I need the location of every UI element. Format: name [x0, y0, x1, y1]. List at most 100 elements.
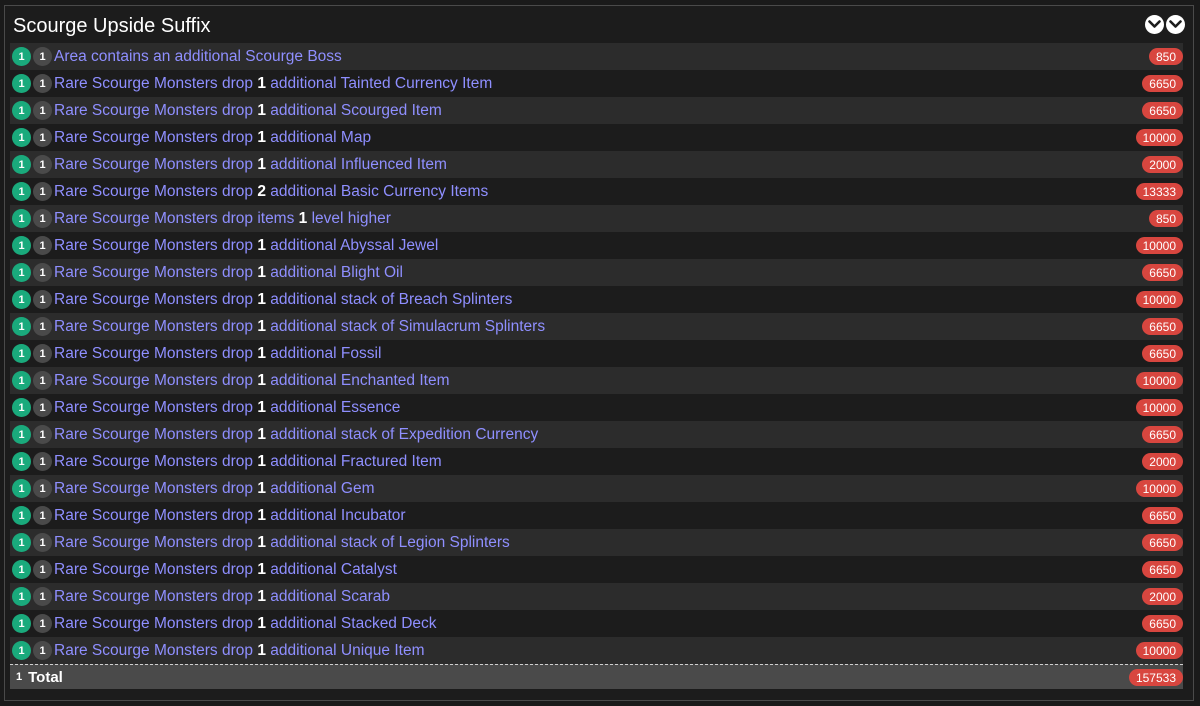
weight-badge: 10000: [1135, 129, 1183, 146]
weight-badge: 10000: [1135, 291, 1183, 308]
modifier-text-suffix: additional stack of Legion Splinters: [265, 533, 510, 551]
modifier-text[interactable]: Rare Scourge Monsters drop 1 additional …: [54, 426, 538, 444]
modifier-row[interactable]: 1 1 Rare Scourge Monsters drop 1 additiona…: [10, 448, 1183, 475]
modifier-row[interactable]: 1 1 Rare Scourge Monsters drop items 1 lev…: [10, 205, 1183, 232]
modifier-text[interactable]: Rare Scourge Monsters drop 1 additional …: [54, 561, 397, 579]
count-badge: 1: [33, 479, 52, 498]
modifier-text[interactable]: Rare Scourge Monsters drop 2 additional …: [54, 183, 488, 201]
panel-header[interactable]: Scourge Upside Suffix: [5, 6, 1193, 46]
modifier-text[interactable]: Rare Scourge Monsters drop 1 additional …: [54, 399, 400, 417]
modifier-text-suffix: additional Map: [265, 128, 372, 146]
modifier-row[interactable]: 1 1 Rare Scourge Monsters drop 1 additiona…: [10, 475, 1183, 502]
modifier-text-suffix: additional Tainted Currency Item: [265, 74, 493, 92]
modifier-row[interactable]: 1 1 Rare Scourge Monsters drop 1 additiona…: [10, 367, 1183, 394]
modifier-text[interactable]: Rare Scourge Monsters drop 1 additional …: [54, 453, 442, 471]
modifier-text[interactable]: Rare Scourge Monsters drop 1 additional …: [54, 75, 492, 93]
count-badge: 1: [33, 398, 52, 417]
weight-badge: 850: [1148, 48, 1183, 65]
modifier-row[interactable]: 1 1 Rare Scourge Monsters drop 1 additiona…: [10, 340, 1183, 367]
modifier-text-prefix: Rare Scourge Monsters drop: [54, 533, 258, 551]
modifier-text-prefix: Rare Scourge Monsters drop: [54, 506, 258, 524]
weight-badge: 6650: [1142, 102, 1183, 119]
tier-badge: 1: [12, 614, 31, 633]
tier-badge: 1: [12, 155, 31, 174]
count-badge: 1: [33, 560, 52, 579]
modifier-row[interactable]: 1 1 Rare Scourge Monsters drop 1 additiona…: [10, 286, 1183, 313]
weight-badge: 13333: [1135, 183, 1183, 200]
modifier-value: 1: [257, 317, 266, 335]
modifier-row[interactable]: 1 1 Rare Scourge Monsters drop 1 additiona…: [10, 70, 1183, 97]
modifier-text[interactable]: Rare Scourge Monsters drop 1 additional …: [54, 372, 450, 390]
modifier-text-prefix: Rare Scourge Monsters drop: [54, 479, 258, 497]
modifier-text[interactable]: Rare Scourge Monsters drop 1 additional …: [54, 318, 545, 336]
modifier-text-prefix: Rare Scourge Monsters drop: [54, 452, 258, 470]
weight-badge: 6650: [1142, 345, 1183, 362]
modifier-text[interactable]: Rare Scourge Monsters drop 1 additional …: [54, 156, 447, 174]
modifier-value: 1: [257, 101, 266, 119]
modifier-text[interactable]: Rare Scourge Monsters drop 1 additional …: [54, 237, 438, 255]
modifier-text[interactable]: Rare Scourge Monsters drop 1 additional …: [54, 480, 375, 498]
modifier-text-prefix: Area contains an additional Scourge Boss: [54, 47, 342, 65]
modifier-text[interactable]: Rare Scourge Monsters drop 1 additional …: [54, 588, 390, 606]
tier-badge: 1: [12, 479, 31, 498]
modifier-text[interactable]: Rare Scourge Monsters drop 1 additional …: [54, 291, 512, 309]
modifier-row[interactable]: 1 1 Rare Scourge Monsters drop 1 additiona…: [10, 124, 1183, 151]
count-badge: 1: [33, 128, 52, 147]
modifier-row[interactable]: 1 1 Rare Scourge Monsters drop 1 additiona…: [10, 556, 1183, 583]
tier-badge: 1: [12, 506, 31, 525]
modifier-row[interactable]: 1 1 Rare Scourge Monsters drop 1 additiona…: [10, 394, 1183, 421]
modifier-text[interactable]: Rare Scourge Monsters drop 1 additional …: [54, 507, 406, 525]
modifier-text[interactable]: Rare Scourge Monsters drop 1 additional …: [54, 129, 371, 147]
modifier-text-suffix: additional stack of Expedition Currency: [265, 425, 539, 443]
count-badge: 1: [33, 209, 52, 228]
modifier-row[interactable]: 1 1 Rare Scourge Monsters drop 1 additiona…: [10, 232, 1183, 259]
tier-badge: 1: [12, 74, 31, 93]
modifier-row[interactable]: 1 1 Rare Scourge Monsters drop 1 additiona…: [10, 97, 1183, 124]
modifier-row[interactable]: 1 1 Rare Scourge Monsters drop 1 additiona…: [10, 610, 1183, 637]
modifier-text-prefix: Rare Scourge Monsters drop: [54, 317, 258, 335]
modifier-text-suffix: additional Blight Oil: [265, 263, 403, 281]
modifier-text-suffix: additional Gem: [265, 479, 375, 497]
modifier-text[interactable]: Rare Scourge Monsters drop 1 additional …: [54, 345, 381, 363]
modifier-row[interactable]: 1 1 Rare Scourge Monsters drop 1 additiona…: [10, 583, 1183, 610]
modifier-text-prefix: Rare Scourge Monsters drop: [54, 641, 258, 659]
modifier-value: 1: [257, 479, 266, 497]
modifier-text-prefix: Rare Scourge Monsters drop: [54, 101, 258, 119]
modifier-text[interactable]: Rare Scourge Monsters drop 1 additional …: [54, 615, 437, 633]
modifier-row[interactable]: 1 1 Rare Scourge Monsters drop 2 additiona…: [10, 178, 1183, 205]
weight-badge: 2000: [1142, 453, 1183, 470]
tier-badge: 1: [12, 452, 31, 471]
modifier-text-prefix: Rare Scourge Monsters drop: [54, 587, 258, 605]
modifier-row[interactable]: 1 1 Rare Scourge Monsters drop 1 additiona…: [10, 529, 1183, 556]
modifier-text-prefix: Rare Scourge Monsters drop: [54, 290, 258, 308]
modifier-value: 1: [257, 398, 266, 416]
modifier-row[interactable]: 1 1 Rare Scourge Monsters drop 1 additiona…: [10, 637, 1183, 664]
modifier-text-suffix: additional Basic Currency Items: [265, 182, 489, 200]
modifier-value: 1: [257, 452, 266, 470]
count-badge: 1: [33, 533, 52, 552]
modifier-text[interactable]: Area contains an additional Scourge Boss: [54, 48, 342, 66]
count-badge: 1: [33, 641, 52, 660]
modifier-value: 1: [257, 587, 266, 605]
modifier-row[interactable]: 1 1 Rare Scourge Monsters drop 1 additiona…: [10, 259, 1183, 286]
weight-badge: 6650: [1142, 426, 1183, 443]
modifier-value: 1: [257, 533, 266, 551]
modifier-text[interactable]: Rare Scourge Monsters drop 1 additional …: [54, 534, 510, 552]
tier-badge: 1: [12, 641, 31, 660]
count-badge: 1: [33, 182, 52, 201]
count-badge: 1: [33, 614, 52, 633]
modifier-text[interactable]: Rare Scourge Monsters drop 1 additional …: [54, 642, 425, 660]
modifier-row[interactable]: 1 1 Area contains an additional Scourge Bo…: [10, 43, 1183, 70]
modifier-text[interactable]: Rare Scourge Monsters drop 1 additional …: [54, 264, 403, 282]
modifier-row[interactable]: 1 1 Rare Scourge Monsters drop 1 additiona…: [10, 313, 1183, 340]
modifier-text-suffix: additional Scourged Item: [265, 101, 442, 119]
weight-badge: 6650: [1142, 75, 1183, 92]
modifier-text-suffix: additional Stacked Deck: [265, 614, 437, 632]
modifier-row[interactable]: 1 1 Rare Scourge Monsters drop 1 additiona…: [10, 502, 1183, 529]
modifier-row[interactable]: 1 1 Rare Scourge Monsters drop 1 additiona…: [10, 151, 1183, 178]
collapse-toggle-button[interactable]: [1145, 15, 1185, 37]
modifier-text[interactable]: Rare Scourge Monsters drop items 1 level…: [54, 210, 391, 228]
modifier-row[interactable]: 1 1 Rare Scourge Monsters drop 1 additiona…: [10, 421, 1183, 448]
modifier-text[interactable]: Rare Scourge Monsters drop 1 additional …: [54, 102, 442, 120]
weight-badge: 2000: [1142, 588, 1183, 605]
